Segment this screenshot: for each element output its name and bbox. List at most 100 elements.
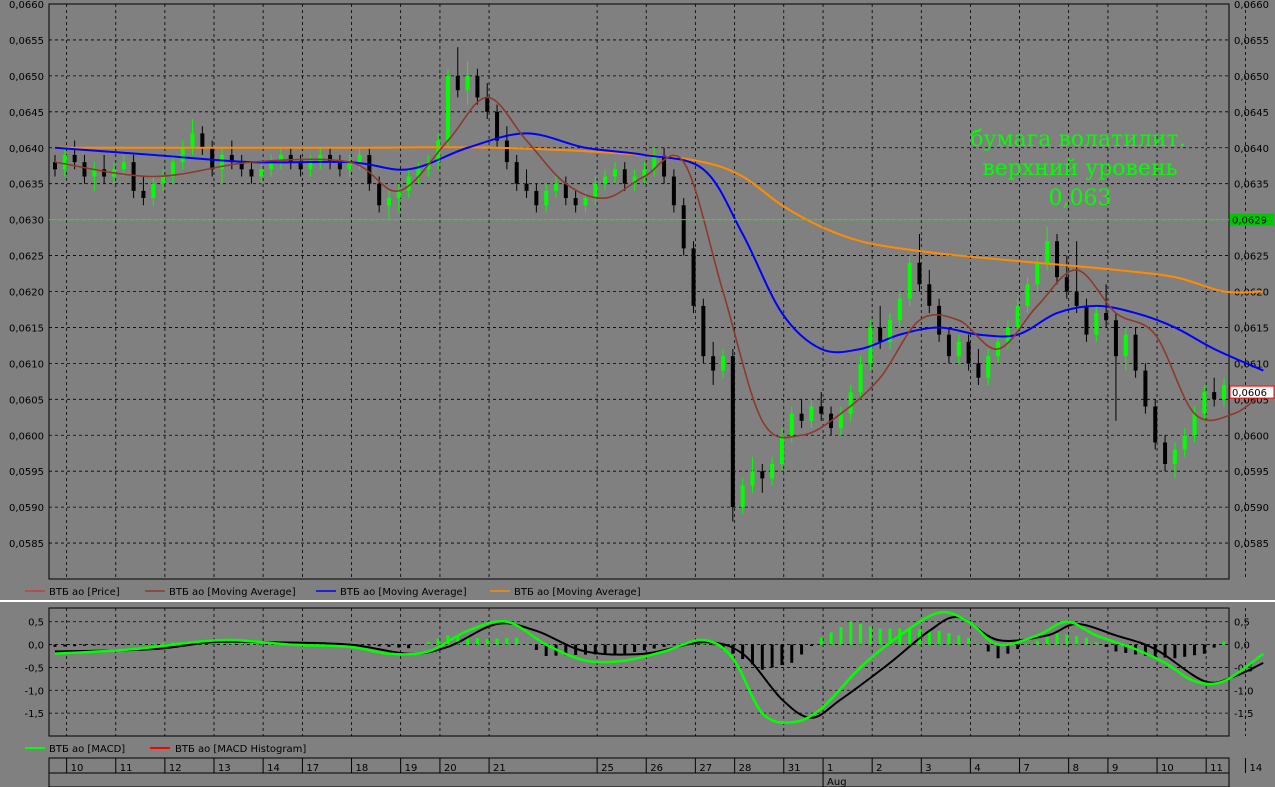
candle-body-107 bbox=[1104, 313, 1109, 321]
macd-hist-bar-104 bbox=[1075, 636, 1079, 645]
candle-body-68 bbox=[721, 356, 725, 371]
macd-hist-bar-117 bbox=[1202, 644, 1206, 654]
price-y-tick-left-3: 0,0645 bbox=[9, 108, 44, 119]
macd-hist-bar-74 bbox=[780, 644, 784, 666]
candle-body-26 bbox=[308, 162, 313, 170]
candle-body-21 bbox=[259, 169, 264, 177]
macd-hist-bar-67 bbox=[711, 644, 715, 646]
annotation-line-1: бумага волатилит. bbox=[970, 127, 1185, 152]
candle-body-94 bbox=[976, 363, 981, 378]
candle-body-10 bbox=[151, 183, 156, 199]
candle-body-43 bbox=[475, 75, 480, 98]
macd-hist-bar-98 bbox=[1016, 644, 1020, 650]
price-y-tick-left-0: 0,0660 bbox=[9, 0, 44, 11]
candle-body-117 bbox=[1202, 392, 1207, 414]
date-label-8: 20 bbox=[444, 763, 457, 774]
candle-body-2 bbox=[72, 154, 77, 163]
macd-hist-bar-57 bbox=[613, 644, 617, 654]
date-label-7: 19 bbox=[405, 763, 418, 774]
candle-body-101 bbox=[1045, 241, 1050, 263]
macd-hist-bar-62 bbox=[662, 644, 666, 647]
candle-body-13 bbox=[180, 147, 185, 163]
candle-body-42 bbox=[465, 75, 470, 91]
candle-body-108 bbox=[1113, 320, 1118, 357]
macd-hist-bar-11 bbox=[161, 642, 165, 645]
macd-hist-bar-63 bbox=[672, 644, 676, 646]
macd-hist-bar-115 bbox=[1183, 644, 1187, 657]
candle-body-46 bbox=[504, 140, 509, 163]
candle-body-70 bbox=[740, 485, 745, 508]
date-label-23: 11 bbox=[1210, 763, 1223, 774]
date-label-2: 12 bbox=[169, 763, 182, 774]
candle-body-8 bbox=[131, 162, 136, 191]
candle-body-14 bbox=[190, 133, 195, 148]
candle-body-106 bbox=[1094, 313, 1099, 335]
price-y-tick-right-7: 0,0625 bbox=[1234, 252, 1269, 263]
macd-hist-bar-19 bbox=[240, 642, 244, 645]
candle-body-55 bbox=[593, 183, 598, 199]
price-y-tick-right-12: 0,0600 bbox=[1234, 431, 1269, 442]
date-label-10: 25 bbox=[601, 763, 614, 774]
date-label-5: 17 bbox=[306, 763, 319, 774]
macd-hist-bar-100 bbox=[1035, 640, 1039, 645]
macd-hist-bar-72 bbox=[760, 644, 764, 670]
candle-body-71 bbox=[750, 471, 755, 486]
price-y-tick-left-15: 0,0585 bbox=[9, 539, 44, 550]
candle-body-75 bbox=[789, 413, 794, 436]
macd-hist-bar-75 bbox=[790, 644, 794, 663]
candle-body-74 bbox=[779, 435, 784, 464]
date-label-15: 1 bbox=[827, 763, 833, 774]
price-y-tick-left-10: 0,0610 bbox=[9, 359, 44, 370]
legend-ma3: ВТБ ао [Moving Average] bbox=[514, 587, 641, 598]
candle-body-100 bbox=[1035, 262, 1040, 285]
macd-hist-bar-37 bbox=[416, 644, 420, 646]
date-label-22: 10 bbox=[1161, 763, 1174, 774]
candle-body-115 bbox=[1182, 435, 1187, 450]
macd-hist-bar-119 bbox=[1222, 641, 1226, 645]
candle-body-54 bbox=[583, 198, 588, 206]
macd-y-tick-left-0: 0,5 bbox=[28, 618, 44, 629]
candle-body-86 bbox=[897, 298, 902, 321]
price-y-tick-right-2: 0,0650 bbox=[1234, 72, 1269, 83]
macd-hist-bar-6 bbox=[112, 644, 116, 646]
legend-ma2: ВТБ ао [Moving Average] bbox=[340, 587, 467, 598]
price-y-tick-left-5: 0,0635 bbox=[9, 180, 44, 191]
date-label-3: 13 bbox=[218, 763, 231, 774]
macd-hist-bar-44 bbox=[485, 639, 489, 645]
macd-hist-bar-1 bbox=[63, 644, 67, 647]
macd-hist-bar-103 bbox=[1065, 634, 1069, 645]
price-y-tick-left-11: 0,0605 bbox=[9, 395, 44, 406]
date-label-18: 4 bbox=[974, 763, 980, 774]
macd-hist-bar-5 bbox=[102, 644, 106, 646]
macd-y-tick-left-1: 0,0 bbox=[28, 641, 44, 652]
macd-hist-bar-92 bbox=[957, 635, 961, 645]
macd-hist-bar-90 bbox=[937, 630, 941, 645]
macd-hist-bar-81 bbox=[849, 621, 853, 645]
candle-body-98 bbox=[1015, 305, 1020, 328]
macd-hist-bar-56 bbox=[603, 644, 607, 655]
macd-hist-bar-82 bbox=[859, 624, 863, 645]
candle-body-90 bbox=[937, 305, 942, 335]
price-y-tick-left-7: 0,0625 bbox=[9, 252, 44, 263]
candle-body-41 bbox=[455, 75, 460, 91]
date-label-12: 27 bbox=[699, 763, 712, 774]
candle-body-67 bbox=[711, 356, 716, 371]
macd-hist-bar-80 bbox=[839, 627, 843, 645]
macd-hist-bar-73 bbox=[770, 644, 774, 668]
macd-hist-bar-83 bbox=[868, 626, 872, 645]
price-y-tick-right-15: 0,0585 bbox=[1234, 539, 1269, 550]
candle-body-118 bbox=[1212, 392, 1217, 400]
candle-body-16 bbox=[210, 147, 215, 170]
macd-hist-bar-118 bbox=[1212, 644, 1216, 648]
price-y-tick-left-1: 0,0655 bbox=[9, 36, 44, 47]
date-label-17: 3 bbox=[925, 763, 931, 774]
macd-y-tick-right-4: -1,5 bbox=[1234, 709, 1254, 720]
price-y-tick-left-2: 0,0650 bbox=[9, 72, 44, 83]
macd-hist-bar-36 bbox=[407, 644, 411, 649]
candle-body-66 bbox=[701, 305, 706, 357]
macd-hist-bar-59 bbox=[633, 644, 637, 652]
macd-hist-bar-2 bbox=[73, 644, 77, 647]
macd-hist-bar-60 bbox=[642, 644, 646, 651]
macd-hist-bar-77 bbox=[809, 644, 813, 647]
candle-body-47 bbox=[514, 162, 519, 184]
